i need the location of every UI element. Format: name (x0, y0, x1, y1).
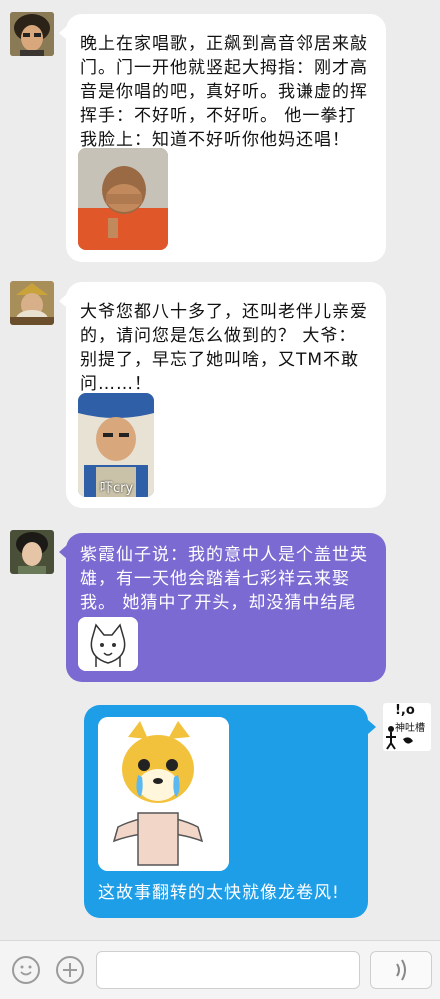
message-text: 这故事翻转的太快就像龙卷风! (98, 883, 340, 903)
message-text: 晚上在家唱歌，正飙到高音邻居来敲门。门一开他就竖起大拇指：刚才高音是你唱的吧，真… (80, 34, 368, 150)
avatar[interactable] (10, 530, 54, 574)
emoji-icon[interactable] (12, 956, 40, 984)
avatar[interactable] (10, 281, 54, 325)
message-text: 大爷您都八十多了，还叫老伴儿亲爱的，请问您是怎么做到的？ 大爷：别提了，早忘了她… (80, 302, 368, 394)
sticker-image[interactable] (78, 617, 138, 671)
voice-icon (396, 959, 406, 981)
sticker-caption: 吓cry (100, 481, 134, 496)
sticker-image[interactable] (78, 148, 168, 250)
input-toolbar (0, 940, 440, 999)
message-text: 紫霞仙子说：我的意中人是个盖世英雄，有一天他会踏着七彩祥云来娶我。 她猜中了开头… (80, 545, 368, 613)
message-input[interactable] (96, 951, 360, 989)
avatar[interactable] (10, 12, 54, 56)
voice-button[interactable] (370, 951, 432, 989)
bubble-tail (368, 720, 376, 734)
sticker-image[interactable]: 吓cry (78, 393, 154, 497)
sticker-image[interactable] (98, 717, 229, 871)
avatar[interactable]: !,o 神吐槽 (383, 703, 431, 751)
add-icon[interactable] (56, 956, 84, 984)
